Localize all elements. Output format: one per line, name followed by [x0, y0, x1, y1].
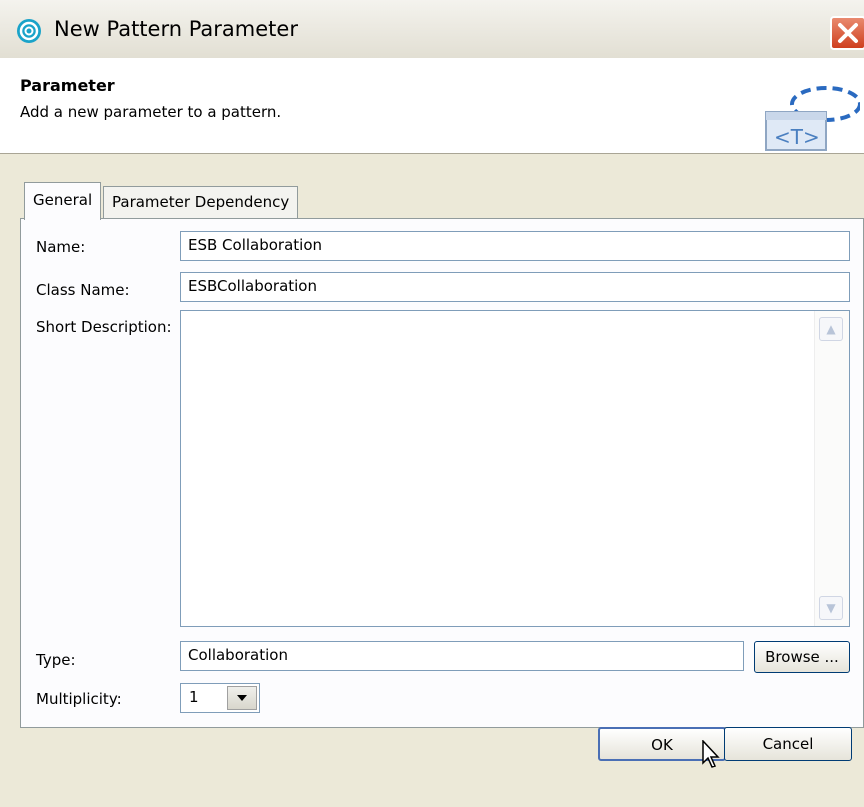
- tab-general-label: General: [33, 191, 93, 209]
- dialog-window: New Pattern Parameter Parameter Add a ne…: [0, 0, 864, 807]
- browse-button[interactable]: Browse ...: [754, 641, 850, 673]
- close-button[interactable]: [830, 16, 864, 50]
- type-input-value: Collaboration: [188, 646, 288, 664]
- tab-general[interactable]: General: [24, 182, 102, 220]
- class-name-label: Class Name:: [36, 281, 130, 299]
- cancel-button[interactable]: Cancel: [724, 727, 852, 761]
- svg-text:<T>: <T>: [774, 125, 820, 149]
- name-input-value: ESB Collaboration: [188, 236, 323, 254]
- class-name-input[interactable]: ESBCollaboration: [180, 272, 850, 302]
- class-name-input-value: ESBCollaboration: [188, 277, 317, 295]
- multiplicity-dropdown-button[interactable]: [227, 686, 257, 710]
- chevron-down-icon: [237, 695, 247, 701]
- scroll-down-icon[interactable]: ▼: [819, 596, 843, 620]
- tab-parameter-dependency-label: Parameter Dependency: [112, 193, 290, 211]
- title-bar[interactable]: New Pattern Parameter: [0, 0, 864, 59]
- scroll-up-icon[interactable]: ▲: [819, 317, 843, 341]
- short-description-label: Short Description:: [36, 318, 172, 336]
- wizard-header: Parameter Add a new parameter to a patte…: [0, 58, 864, 154]
- mouse-pointer-icon: [702, 740, 720, 768]
- multiplicity-label: Multiplicity:: [36, 690, 122, 708]
- name-input[interactable]: ESB Collaboration: [180, 231, 850, 261]
- close-icon: [838, 23, 858, 43]
- template-parameter-icon: <T>: [765, 86, 860, 151]
- type-label: Type:: [36, 651, 76, 669]
- multiplicity-select[interactable]: 1: [180, 683, 260, 713]
- app-swirl-icon: [17, 19, 41, 43]
- header-description: Add a new parameter to a pattern.: [20, 103, 282, 121]
- multiplicity-value: 1: [189, 688, 199, 706]
- header-title: Parameter: [20, 76, 115, 95]
- short-description-textarea[interactable]: ▲ ▼: [180, 310, 850, 627]
- window-title: New Pattern Parameter: [54, 17, 298, 41]
- type-input[interactable]: Collaboration: [180, 641, 744, 671]
- name-label: Name:: [36, 238, 86, 256]
- tab-parameter-dependency[interactable]: Parameter Dependency: [103, 186, 299, 218]
- description-scrollbar[interactable]: ▲ ▼: [814, 311, 849, 626]
